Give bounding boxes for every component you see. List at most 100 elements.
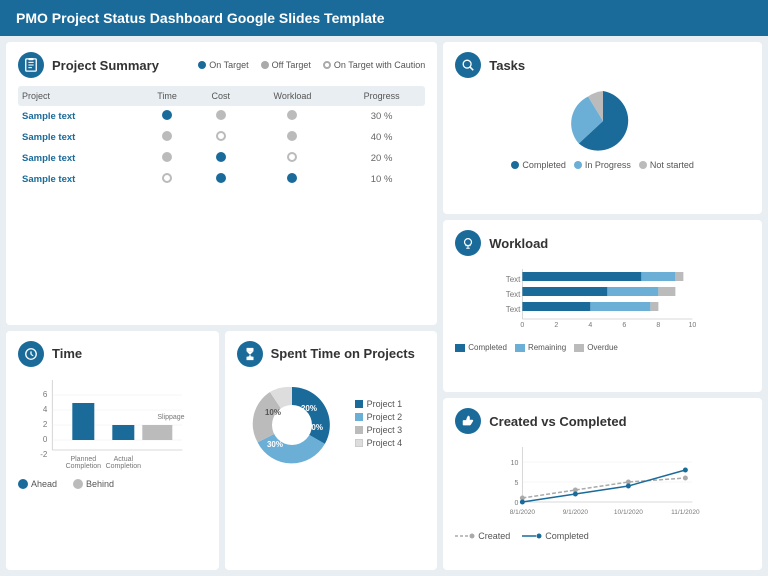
project2-legend: Project 2 <box>355 412 403 422</box>
time-icon <box>18 341 44 367</box>
cvc-title: Created vs Completed <box>489 414 626 429</box>
brain-icon <box>461 236 475 250</box>
behind-legend: Behind <box>73 479 114 489</box>
row-time <box>140 148 195 169</box>
wb-row2-overdue <box>659 287 676 296</box>
donut-chart: 20% 40% 30% 10% <box>237 375 347 475</box>
table-row: Sample text 40 % <box>18 127 425 148</box>
completed-legend-line <box>522 531 542 541</box>
svg-text:Completion: Completion <box>66 463 102 470</box>
project3-legend: Project 3 <box>355 425 403 435</box>
time-bar-chart: 6 4 2 0 -2 Planned <box>18 375 207 470</box>
svg-text:-2: -2 <box>40 450 48 459</box>
row-time <box>140 106 195 127</box>
svg-text:9/1/2020: 9/1/2020 <box>563 509 589 516</box>
ahead-legend: Ahead <box>18 479 57 489</box>
row-workload <box>247 106 338 127</box>
row-name: Sample text <box>18 106 140 127</box>
row-workload <box>247 148 338 169</box>
svg-text:0: 0 <box>43 435 48 444</box>
project3-label: Project 3 <box>367 425 403 435</box>
page-header: PMO Project Status Dashboard Google Slid… <box>0 0 768 36</box>
workload-card: Workload Text Text Text <box>443 220 762 392</box>
project1-label: Project 1 <box>367 399 403 409</box>
svg-text:10: 10 <box>511 460 519 467</box>
time-legend: Ahead Behind <box>18 479 207 489</box>
time-card: Time 6 <box>6 331 219 570</box>
wb-completed-label: Completed <box>468 343 507 352</box>
legend-on-target: On Target <box>198 60 248 70</box>
in-progress-legend: In Progress <box>574 160 631 170</box>
svg-text:10%: 10% <box>265 408 281 417</box>
row-cost <box>194 106 247 127</box>
wb-row1-remaining <box>642 272 676 281</box>
wb-overdue-legend: Overdue <box>574 343 618 352</box>
legend-off-target: Off Target <box>261 60 311 70</box>
svg-text:4: 4 <box>43 405 48 414</box>
col-project: Project <box>18 86 140 106</box>
completed-cvc-label: Completed <box>545 531 589 541</box>
workload-icon <box>455 230 481 256</box>
col-workload: Workload <box>247 86 338 106</box>
svg-text:Text: Text <box>506 290 521 299</box>
bottom-row: Time 6 <box>6 331 437 570</box>
completed-line <box>523 470 686 502</box>
wb-remaining-label: Remaining <box>528 343 566 352</box>
svg-text:0: 0 <box>521 322 525 329</box>
thumbsup-icon <box>461 414 475 428</box>
not-started-legend: Not started <box>639 160 694 170</box>
project4-label: Project 4 <box>367 438 403 448</box>
time-chart-wrapper: 6 4 2 0 -2 Planned <box>18 375 207 475</box>
clock-icon <box>24 347 38 361</box>
caution-label: On Target with Caution <box>334 60 425 70</box>
clipboard-icon <box>24 58 38 72</box>
workload-bar-chart: Text Text Text 0 <box>455 264 750 334</box>
planned-bar <box>72 403 94 440</box>
wb-completed-dot <box>455 344 465 352</box>
row-time <box>140 127 195 148</box>
in-progress-label: In Progress <box>585 160 631 170</box>
svg-text:30%: 30% <box>267 440 283 449</box>
spent-time-card: Spent Time on Projects <box>225 331 438 570</box>
main-content: Project Summary On Target Off Target <box>0 36 768 576</box>
row-cost <box>194 148 247 169</box>
cvc-created-p4 <box>683 476 688 481</box>
wb-row2-completed <box>523 287 608 296</box>
created-legend: Created <box>455 531 510 541</box>
svg-text:20%: 20% <box>301 404 317 413</box>
cvc-legend: Created Completed <box>455 531 750 541</box>
svg-text:Text: Text <box>506 275 521 284</box>
not-started-dot <box>639 161 647 169</box>
tasks-pie-chart <box>558 86 648 156</box>
row-workload <box>247 127 338 148</box>
wb-row3-remaining <box>591 302 651 311</box>
created-legend-line <box>455 531 475 541</box>
tasks-card: Tasks <box>443 42 762 214</box>
not-started-label: Not started <box>650 160 694 170</box>
page-title: PMO Project Status Dashboard Google Slid… <box>16 10 384 26</box>
in-progress-dot <box>574 161 582 169</box>
svg-text:Text: Text <box>506 305 521 314</box>
behind-label: Behind <box>86 479 114 489</box>
actual-bar <box>112 425 134 440</box>
wb-row3-overdue <box>651 302 659 311</box>
wb-row3-completed <box>523 302 591 311</box>
wb-row1-overdue <box>676 272 684 281</box>
wb-overdue-label: Overdue <box>587 343 618 352</box>
page: PMO Project Status Dashboard Google Slid… <box>0 0 768 576</box>
row-workload <box>247 169 338 190</box>
cvc-line-chart: 10 5 0 8/1/2020 9/1/2020 10/1/2020 11/1/… <box>455 442 750 522</box>
workload-legend: Completed Remaining Overdue <box>455 343 750 352</box>
project4-dot <box>355 439 363 447</box>
left-column: Project Summary On Target Off Target <box>6 42 437 570</box>
row-cost <box>194 169 247 190</box>
project-summary-card: Project Summary On Target Off Target <box>6 42 437 325</box>
right-column: Tasks <box>443 42 762 570</box>
project2-label: Project 2 <box>367 412 403 422</box>
ahead-dot <box>18 479 28 489</box>
wb-completed-legend: Completed <box>455 343 507 352</box>
completed-dot <box>511 161 519 169</box>
svg-text:40%: 40% <box>307 423 323 432</box>
svg-text:2: 2 <box>43 420 48 429</box>
svg-text:4: 4 <box>589 322 593 329</box>
